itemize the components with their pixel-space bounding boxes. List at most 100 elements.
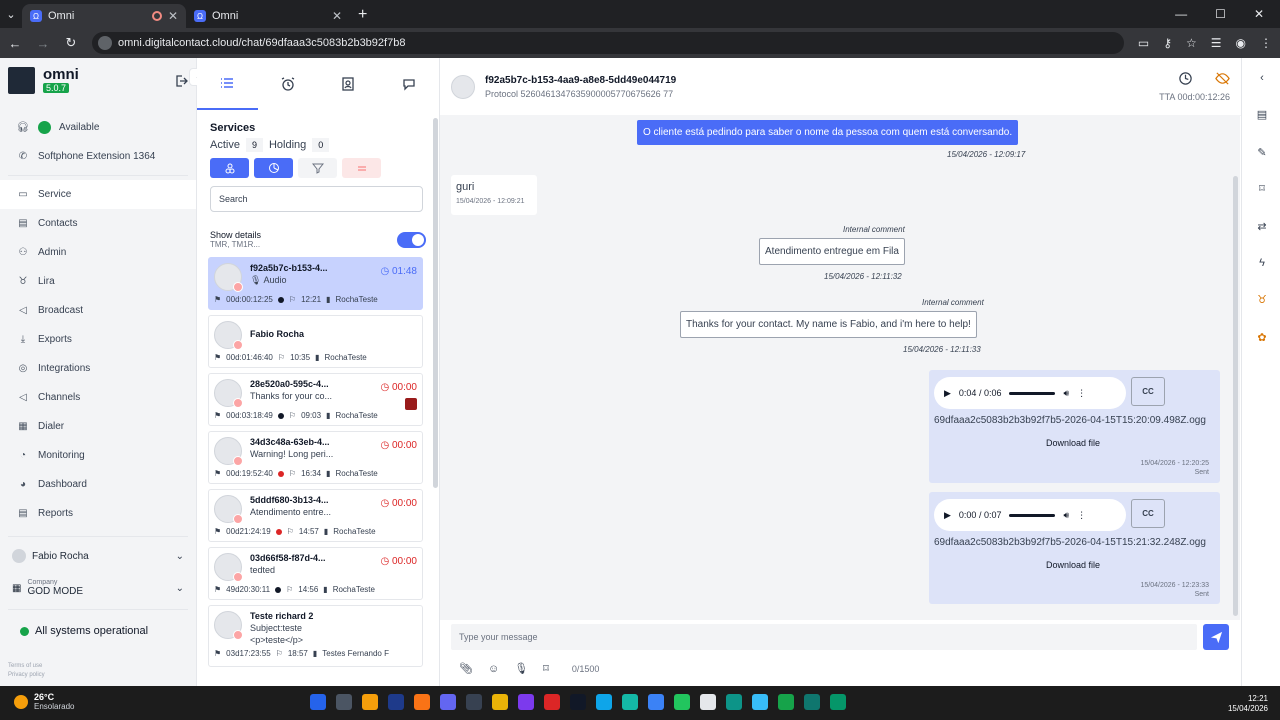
softphone-item[interactable]: ✆ Softphone Extension 1364	[0, 142, 196, 171]
audio-menu-icon[interactable]: ⋮	[1077, 388, 1086, 399]
tag-icon[interactable]: ⌑	[1254, 180, 1270, 196]
transfer-icon[interactable]: ⇄	[1254, 218, 1270, 234]
weather-widget[interactable]: 26°C Ensolarado	[14, 692, 74, 711]
send-button[interactable]	[1203, 624, 1229, 650]
attach-icon[interactable]: 📎︎	[459, 662, 473, 675]
address-bar[interactable]: omni.digitalcontact.cloud/chat/69dfaaa3c…	[92, 32, 1124, 54]
profile-icon[interactable]: ◉	[1236, 36, 1246, 50]
tab-list[interactable]	[197, 58, 258, 110]
audio-seek-bar[interactable]	[1009, 513, 1056, 517]
back-icon[interactable]: ←	[8, 36, 22, 51]
app-icon[interactable]	[700, 694, 716, 710]
chrome-icon[interactable]	[674, 694, 690, 710]
message-input[interactable]: Type your message	[451, 624, 1197, 650]
nav-item-dashboard[interactable]: ◕ Dashboard	[0, 470, 196, 499]
service-card[interactable]: 03d66f58-f87d-4... tedted ◷ 00:00 ⚑ 49d20…	[208, 547, 423, 600]
nav-item-channels[interactable]: ◁ Channels	[0, 383, 196, 412]
service-card[interactable]: Fabio Rocha ⚑ 00d:01:46:40 ⚐ 10:35 ▮ RochaT…	[208, 315, 423, 368]
nav-item-reports[interactable]: ▤ Reports	[0, 499, 196, 528]
privacy-link[interactable]: Privacy policy	[8, 671, 45, 680]
systems-status[interactable]: All systems operational	[0, 616, 196, 646]
service-card[interactable]: f92a5b7c-b153-4... 🎙︎ Audio ◷ 01:48 ⚑ 00d…	[208, 257, 423, 310]
tab-alarms[interactable]	[258, 58, 319, 110]
bookmark-star-icon[interactable]: ☆	[1186, 36, 1197, 50]
tab-contacts[interactable]	[318, 58, 379, 110]
download-file-link[interactable]: Download file	[1046, 438, 1100, 448]
file-explorer-icon[interactable]	[362, 694, 378, 710]
chat-scrollbar[interactable]	[1233, 176, 1238, 616]
history-clock-icon[interactable]	[1178, 71, 1193, 86]
status-selector[interactable]: 🎧︎ Available	[0, 113, 196, 142]
service-card[interactable]: 28e520a0-595c-4... Thanks for your co...…	[208, 373, 423, 426]
reload-icon[interactable]: ↻	[64, 35, 78, 51]
download-file-link[interactable]: Download file	[1046, 560, 1100, 570]
nav-item-lira[interactable]: ♉ Lira	[0, 267, 196, 296]
lightning-icon[interactable]: ϟ	[1254, 255, 1270, 271]
browser-tab-2[interactable]: Ω Omni ✕	[186, 4, 350, 28]
maximize-icon[interactable]: ☐	[1215, 7, 1226, 21]
chevron-left-icon[interactable]: ‹	[1254, 70, 1270, 86]
chart-filter-button[interactable]	[254, 158, 293, 178]
service-card[interactable]: 5dddf680-3b13-4... Atendimento entre... …	[208, 489, 423, 542]
service-card[interactable]: 34d3c48a-63eb-4... Warning! Long peri...…	[208, 431, 423, 484]
audio-player[interactable]: ▶ 0:04 / 0:06 🔊︎ ⋮	[934, 377, 1126, 409]
transcribe-button[interactable]: CC	[1131, 377, 1165, 406]
tab-search-icon[interactable]: ⌄	[0, 0, 22, 28]
microphone-icon[interactable]: 🎙︎	[514, 662, 528, 675]
nav-item-integrations[interactable]: ◎ Integrations	[0, 354, 196, 383]
browser-menu-icon[interactable]: ⋮	[1260, 36, 1272, 50]
nav-item-admin[interactable]: ⚇ Admin	[0, 238, 196, 267]
search-input[interactable]: Search	[210, 186, 423, 212]
edge-icon[interactable]	[622, 694, 638, 710]
nav-item-contacts[interactable]: ▤ Contacts	[0, 209, 196, 238]
user-menu[interactable]: Fabio Rocha ⌄	[0, 541, 196, 571]
clear-filter-button[interactable]	[342, 158, 381, 178]
app-icon[interactable]	[804, 694, 820, 710]
app-icon[interactable]	[752, 694, 768, 710]
audio-player[interactable]: ▶ 0:00 / 0:07 🔊︎ ⋮	[934, 499, 1126, 531]
logout-icon[interactable]	[174, 74, 188, 88]
app-icon[interactable]	[388, 694, 404, 710]
vscode-icon[interactable]	[596, 694, 612, 710]
app-icon[interactable]	[648, 694, 664, 710]
play-icon[interactable]: ▶	[944, 388, 951, 399]
app-icon[interactable]	[726, 694, 742, 710]
close-window-icon[interactable]: ✕	[1254, 7, 1264, 21]
start-icon[interactable]	[310, 694, 326, 710]
show-details-toggle[interactable]	[397, 231, 426, 248]
play-icon[interactable]: ▶	[944, 510, 951, 521]
transcribe-button[interactable]: CC	[1131, 499, 1165, 528]
assign-button[interactable]	[210, 158, 249, 178]
nav-item-service[interactable]: ▭ Service	[0, 180, 196, 209]
minimize-icon[interactable]: —	[1175, 7, 1187, 21]
app-icon[interactable]	[830, 694, 846, 710]
tab-messages[interactable]	[379, 58, 440, 110]
contact-card-icon[interactable]: ▤	[1254, 106, 1270, 122]
browser-tab-1[interactable]: Ω Omni ✕	[22, 4, 186, 28]
app-icon[interactable]	[778, 694, 794, 710]
discord-icon[interactable]	[440, 694, 456, 710]
tag-icon[interactable]: ⌑	[543, 662, 549, 675]
cast-icon[interactable]: ▭	[1138, 36, 1149, 50]
volume-icon[interactable]: 🔊︎	[1063, 510, 1069, 521]
app-icon[interactable]	[466, 694, 482, 710]
nav-item-dialer[interactable]: ▦ Dialer	[0, 412, 196, 441]
emoji-icon[interactable]: ☺	[488, 663, 499, 675]
volume-icon[interactable]: 🔊︎	[1063, 388, 1069, 399]
ai-assistant-icon[interactable]: ✿	[1254, 329, 1270, 345]
audio-menu-icon[interactable]: ⋮	[1077, 510, 1086, 521]
new-tab-button[interactable]: +	[350, 2, 375, 28]
close-tab-icon[interactable]: ✕	[168, 9, 178, 23]
terms-link[interactable]: Terms of use	[8, 662, 45, 671]
extensions-icon[interactable]: ☰	[1211, 36, 1222, 50]
hide-eye-icon[interactable]	[1215, 71, 1230, 86]
site-info-icon[interactable]	[98, 36, 112, 50]
close-tab-icon[interactable]: ✕	[332, 9, 342, 23]
nav-item-monitoring[interactable]: ◔ Monitoring	[0, 441, 196, 470]
app-icon[interactable]	[544, 694, 560, 710]
forward-icon[interactable]: →	[36, 36, 50, 51]
nav-item-exports[interactable]: ⤓ Exports	[0, 325, 196, 354]
app-icon[interactable]	[570, 694, 586, 710]
service-card[interactable]: Teste richard 2 Subject:teste <p>teste</…	[208, 605, 423, 667]
password-key-icon[interactable]: ⚷	[1163, 36, 1172, 50]
